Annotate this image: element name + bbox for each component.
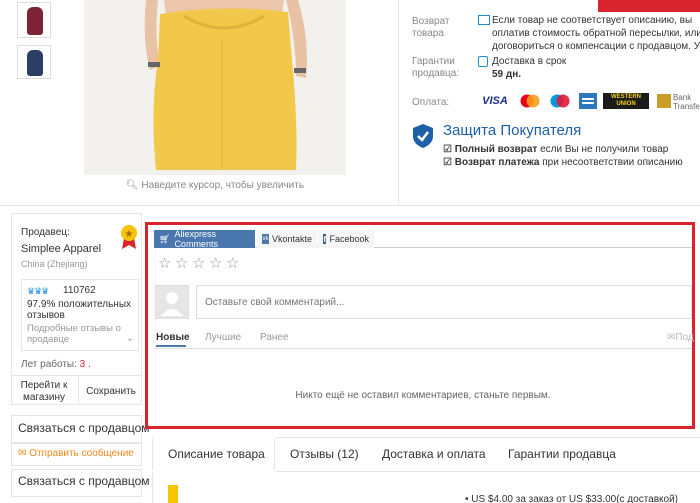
user-avatar	[155, 285, 189, 319]
facebook-icon: f	[323, 234, 327, 244]
visa-icon: VISA	[482, 95, 508, 107]
svg-text:★: ★	[125, 229, 134, 240]
seller-name[interactable]: Simplee Apparel	[21, 243, 101, 255]
thumbnail-2[interactable]	[17, 45, 51, 79]
subscribe-link[interactable]: ✉Под	[667, 332, 694, 343]
tab-vkontakte[interactable]: vk Vkontakte	[257, 230, 317, 248]
divider	[154, 348, 692, 349]
seller-score[interactable]: 110762	[63, 285, 96, 296]
sort-oldest[interactable]: Ранее	[260, 332, 289, 343]
thumbnail-dress-image	[27, 7, 43, 35]
amex-icon	[579, 93, 597, 109]
dress-photo	[84, 0, 346, 175]
save-store-button[interactable]: Сохранить	[82, 386, 140, 398]
promo-image	[168, 485, 178, 503]
shield-icon	[412, 123, 434, 152]
thumbnail-1[interactable]	[17, 2, 51, 38]
detailed-reviews-link[interactable]: Подробные отзывы о продавце	[27, 323, 123, 345]
tab-aliexpress-comments[interactable]: 🛒︎ Aliexpress Comments	[154, 229, 255, 249]
years-working: Лет работы: 3 .	[21, 359, 91, 370]
seller-label: Продавец:	[21, 227, 70, 238]
seller-positive: 97.9% положительных отзывов	[27, 299, 132, 321]
return-icon	[478, 15, 490, 25]
tab-seller-guarantees[interactable]: Гарантии продавца	[508, 447, 616, 461]
bank-icon	[657, 94, 671, 108]
crown-rating-icon: ♛♛♛	[27, 286, 49, 296]
envelope-icon: ✉	[18, 448, 27, 459]
seller-location: China (Zhejiang)	[21, 259, 88, 269]
bank-transfer-label: Bank Transfer	[673, 93, 700, 111]
vk-icon: vk	[262, 234, 269, 244]
comment-input[interactable]	[196, 285, 692, 319]
go-to-store-button[interactable]: Перейти к магазину	[15, 380, 73, 404]
tab-facebook[interactable]: f Facebook	[318, 230, 374, 248]
tab-shipping[interactable]: Доставка и оплата	[382, 447, 486, 461]
rating-star-2[interactable]: ☆	[175, 256, 189, 271]
return-text: Если товар не соответствует описанию, вы…	[492, 15, 700, 52]
western-union-icon: WESTERN UNION	[603, 93, 649, 109]
delivery-days: 59 дн.	[492, 69, 522, 80]
divider	[78, 375, 79, 405]
shipping-bullet: • US $4.00 за заказ от US $33.00(с доста…	[465, 494, 678, 503]
rating-star-4[interactable]: ☆	[209, 256, 223, 271]
active-sort-underline	[156, 345, 186, 347]
cart-icon: 🛒︎	[159, 233, 171, 244]
thumbnail-dress-image	[27, 50, 43, 76]
no-comments-message: Никто ещё не оставил комментариев, стань…	[295, 390, 551, 401]
magnifier-icon: 🔍︎	[125, 180, 139, 191]
tab-description[interactable]: Описание товара	[168, 447, 265, 461]
buyer-protection-title: Защита Покупателя	[443, 122, 582, 139]
active-tab-gap	[152, 470, 275, 472]
top-red-banner	[598, 0, 700, 12]
calendar-icon	[478, 56, 488, 67]
product-main-image[interactable]	[84, 0, 346, 175]
protection-item-1: ☑ Полный возврат если Вы не получили тов…	[443, 144, 669, 155]
checkbox-icon: ☑	[443, 157, 452, 168]
divider	[0, 205, 700, 206]
rating-star-3[interactable]: ☆	[192, 256, 206, 271]
gold-medal-icon: ★	[119, 224, 139, 253]
rating-star-5[interactable]: ☆	[226, 256, 240, 271]
rating-star-1[interactable]: ☆	[158, 256, 172, 271]
protection-item-2: ☑ Возврат платежа при несоответствии опи…	[443, 157, 683, 168]
zoom-hint: 🔍︎ Наведите курсор, чтобы увеличить	[125, 180, 305, 191]
delivery-on-time: Доставка в срок	[492, 56, 567, 67]
send-message-link[interactable]: ✉ Отправить сообщение	[18, 448, 134, 459]
sort-best[interactable]: Лучшие	[205, 332, 241, 343]
checkbox-icon: ☑	[443, 144, 452, 155]
sort-newest[interactable]: Новые	[156, 332, 190, 343]
chevron-down-icon[interactable]: ⌄	[126, 333, 134, 344]
payment-label: Оплата:	[412, 97, 450, 108]
divider	[398, 0, 399, 205]
contact-seller-title-2: Связаться с продавцом	[18, 474, 150, 488]
maestro-icon	[548, 93, 572, 109]
tab-reviews[interactable]: Отзывы (12)	[290, 447, 359, 461]
contact-seller-title: Связаться с продавцом	[18, 421, 150, 435]
guarantee-label: Гарантии продавца:	[412, 56, 460, 79]
mastercard-icon	[518, 93, 542, 109]
return-label: Возврат товара	[412, 16, 450, 39]
